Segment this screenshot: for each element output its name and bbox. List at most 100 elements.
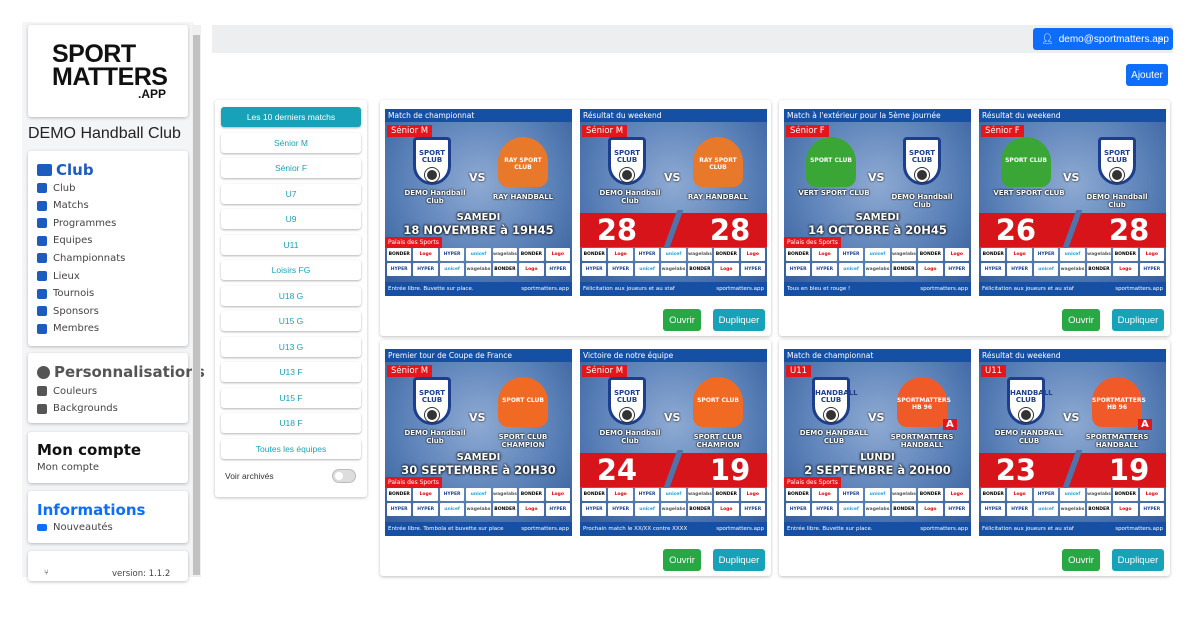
filter-button[interactable]: Sénior M <box>221 132 361 153</box>
nav-item-club[interactable]: Club <box>37 181 75 195</box>
filter-button[interactable]: Toutes les équipes <box>221 438 361 459</box>
sponsor-logo: Logo <box>714 263 739 276</box>
sponsor-logo: BONDER <box>714 488 739 501</box>
sponsor-logo: HYPER <box>786 503 811 516</box>
sponsor-grid: BONDER Logo HYPER unicef wagelabs BONDER Logo H… <box>582 488 765 516</box>
filter-button[interactable]: U13 F <box>221 362 361 382</box>
customization-nav-section: Personnalisations Couleurs Backgrounds <box>28 353 205 423</box>
sidebar-scrollbar[interactable] <box>192 25 201 577</box>
poster-footer: Félicitation aux joueurs et au staf sport… <box>979 282 1166 296</box>
score-separator <box>1062 210 1083 250</box>
sponsor-logo: Logo <box>812 248 837 261</box>
nav-item-matchs[interactable]: Matchs <box>37 199 89 213</box>
home-icon <box>37 271 47 281</box>
nav-item-couleurs[interactable]: Couleurs <box>37 384 97 398</box>
match-poster[interactable]: Résultat du weekend Sénior M SPORT CLUB RAY… <box>580 109 767 296</box>
archived-toggle[interactable] <box>332 469 356 483</box>
filter-button[interactable]: U13 G <box>221 336 361 357</box>
score-separator <box>1062 450 1083 490</box>
match-datetime: 18 NOVEMBRE à 19H45 <box>403 223 554 237</box>
sponsor-grid: BONDER Logo HYPER unicef wagelabs BONDER Logo H… <box>786 488 969 516</box>
scrollbar-thumb[interactable] <box>193 35 200 575</box>
score-separator <box>663 210 684 250</box>
filter-button[interactable]: U15 F <box>221 387 361 408</box>
poster-footer: Prochain match le XX/XX contre XXXX sport… <box>580 522 767 536</box>
filter-button[interactable]: Loisirs FG <box>221 260 361 280</box>
palette-icon <box>37 365 50 379</box>
sponsor-logo: BONDER <box>891 503 917 516</box>
poster-footer: Tous en bleu et rouge ! sportmatters.app <box>784 282 971 296</box>
score-banner: 26 28 <box>979 210 1166 250</box>
filter-button[interactable]: U11 <box>221 234 361 255</box>
info-section-title: Informations <box>37 501 146 519</box>
sponsor-logo: BONDER <box>891 263 917 276</box>
open-button[interactable]: Ouvrir <box>663 309 701 331</box>
home-team-name: DEMO HANDBALL CLUB <box>799 429 869 445</box>
sponsor-logo: HYPER <box>634 488 660 501</box>
nav-item-membres[interactable]: Membres <box>37 322 99 336</box>
match-poster[interactable]: Premier tour de Coupe de France Sénior M S… <box>385 349 572 536</box>
home-team-logo: SPORT CLUB <box>806 137 856 187</box>
fire-icon <box>37 253 47 264</box>
club-nav-section: Club Club Matchs Programmes Equipes Champion… <box>28 151 188 346</box>
watermark: sportmatters.app <box>521 286 569 292</box>
duplicate-button[interactable]: Dupliquer <box>1112 549 1164 571</box>
home-team-logo: HANDBALL CLUB <box>812 377 858 425</box>
filter-button[interactable]: Sénior F <box>221 158 361 178</box>
duplicate-button[interactable]: Dupliquer <box>713 309 765 331</box>
match-poster[interactable]: Résultat du weekend Sénior F SPORT CLUB SPO… <box>979 109 1166 296</box>
sponsor-logo: Logo <box>545 488 570 501</box>
image-icon <box>37 403 47 414</box>
filter-button[interactable]: U18 F <box>221 413 361 433</box>
match-poster[interactable]: Match de championnat Sénior M SPORT CLUB RA… <box>385 109 572 296</box>
duplicate-button[interactable]: Dupliquer <box>1112 309 1164 331</box>
match-poster[interactable]: Résultat du weekend U11 HANDBALL CLUB SPORT… <box>979 349 1166 536</box>
logo-text: RAY SPORT CLUB <box>504 157 542 171</box>
app-logo[interactable]: SPORT MATTERS .APP <box>28 25 188 117</box>
match-poster[interactable]: Victoire de notre équipe Sénior M SPORT CL… <box>580 349 767 536</box>
open-button[interactable]: Ouvrir <box>663 549 701 571</box>
filter-button[interactable]: U15 G <box>221 311 361 331</box>
open-button[interactable]: Ouvrir <box>1062 309 1100 331</box>
away-team-logo: SPORT CLUB <box>1098 137 1136 185</box>
sponsor-logo: Logo <box>812 488 837 501</box>
sponsor-logo: wagelabs <box>1086 248 1112 261</box>
nav-item-backgrounds[interactable]: Backgrounds <box>37 402 118 416</box>
account-section-title: Mon compte <box>37 441 142 459</box>
filter-button[interactable]: U18 G <box>221 285 361 306</box>
nav-item-nouveautes[interactable]: Nouveautés <box>37 520 113 534</box>
nav-item-championnats[interactable]: Championnats <box>37 251 125 265</box>
nav-item-programmes[interactable]: Programmes <box>37 216 116 230</box>
away-team-name: RAY HANDBALL <box>492 193 554 201</box>
nav-item-sponsors[interactable]: Sponsors <box>37 304 99 318</box>
add-button[interactable]: Ajouter <box>1126 64 1168 86</box>
sponsor-logo: Logo <box>519 263 544 276</box>
home-team-logo: SPORT CLUB <box>413 137 451 185</box>
nav-item-label: Programmes <box>53 217 117 229</box>
match-poster[interactable]: Match à l'extérieur pour la 5ème journée… <box>784 109 971 296</box>
logo-line3: .APP <box>137 87 166 101</box>
nav-item-label: Couleurs <box>53 385 98 397</box>
match-poster[interactable]: Match de championnat U11 HANDBALL CLUB SPOR… <box>784 349 971 536</box>
sponsor-logo: HYPER <box>1139 503 1164 516</box>
sponsor-logo: BONDER <box>387 248 412 261</box>
team-category-badge: Sénior M <box>387 125 433 137</box>
sponsor-logo: BONDER <box>1113 488 1138 501</box>
poster-title: Résultat du weekend <box>580 109 767 122</box>
nav-item-equipes[interactable]: Equipes <box>37 234 93 248</box>
sponsor-logo: unicef <box>1060 488 1085 501</box>
nav-item-tournois[interactable]: Tournois <box>37 287 94 301</box>
nav-item-lieux[interactable]: Lieux <box>37 269 80 283</box>
filter-button[interactable]: U9 <box>221 209 361 229</box>
table-icon <box>37 218 47 229</box>
nav-item-label: Sponsors <box>53 305 99 317</box>
duplicate-button[interactable]: Dupliquer <box>713 549 765 571</box>
home-team-name: DEMO Handball Club <box>404 189 466 205</box>
open-button[interactable]: Ouvrir <box>1062 549 1100 571</box>
nav-item-mon-compte[interactable]: Mon compte <box>37 460 99 474</box>
users-icon <box>37 323 47 334</box>
filter-button[interactable]: Les 10 derniers matchs <box>221 107 361 127</box>
nav-item-label: Mon compte <box>37 461 100 473</box>
user-menu-button[interactable]: 👤︎ demo@sportmatters.app ⌄ <box>1033 28 1173 50</box>
filter-button[interactable]: U7 <box>221 183 361 204</box>
